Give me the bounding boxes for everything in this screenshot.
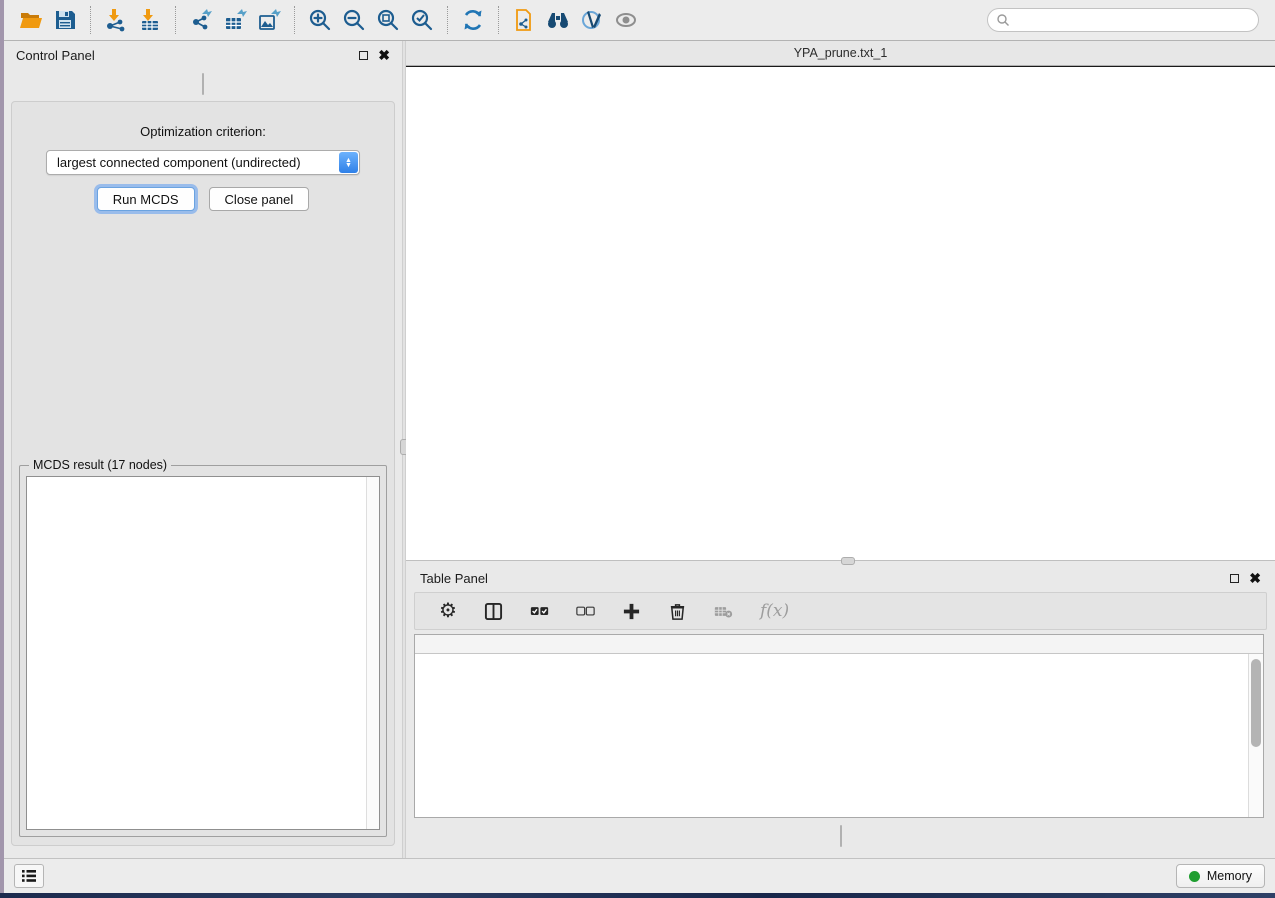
share-document-icon[interactable]	[507, 5, 541, 35]
zoom-out-icon[interactable]	[337, 5, 371, 35]
table-toolbar: ⚙ f(x)	[414, 592, 1267, 630]
main-toolbar	[4, 0, 1275, 41]
cytoscape-window: Control Panel ✖ Optimization criterion: …	[4, 0, 1275, 893]
dropdown-stepper-icon: ▲▼	[339, 152, 358, 173]
desktop-wallpaper-bottom	[0, 893, 1275, 898]
list-scrollbar[interactable]	[366, 477, 379, 829]
zoom-fit-icon[interactable]	[371, 5, 405, 35]
open-file-icon[interactable]	[14, 5, 48, 35]
import-network-icon[interactable]	[99, 5, 133, 35]
network-view-canvas[interactable]	[406, 66, 1275, 560]
export-image-icon[interactable]	[252, 5, 286, 35]
zoom-in-icon[interactable]	[303, 5, 337, 35]
status-bar: Memory	[4, 858, 1275, 893]
search-input[interactable]	[1010, 10, 1250, 30]
search-network-icon[interactable]	[541, 5, 575, 35]
horizontal-splitter[interactable]	[406, 560, 1275, 566]
hide-panel-eye-icon[interactable]	[609, 5, 643, 35]
close-panel-icon[interactable]: ✖	[378, 48, 390, 62]
close-panel-icon[interactable]: ✖	[1249, 571, 1261, 585]
search-icon	[996, 13, 1010, 27]
mcds-tab-content: Optimization criterion: largest connecte…	[11, 101, 395, 846]
toolbar-separator	[294, 6, 295, 34]
import-table-icon[interactable]	[133, 5, 167, 35]
control-panel: Control Panel ✖ Optimization criterion: …	[4, 41, 402, 858]
delete-table-icon	[714, 602, 733, 621]
select-all-columns-icon[interactable]	[530, 602, 549, 621]
toolbar-separator	[447, 6, 448, 34]
save-icon[interactable]	[48, 5, 82, 35]
toolbar-separator	[498, 6, 499, 34]
table-header-row	[415, 635, 1263, 654]
show-columns-icon[interactable]	[484, 602, 503, 621]
unselect-all-columns-icon[interactable]	[576, 602, 595, 621]
table-tabs	[840, 825, 842, 847]
network-graph[interactable]	[406, 67, 1273, 561]
table-options-gear-icon[interactable]: ⚙	[439, 601, 457, 621]
memory-button[interactable]: Memory	[1176, 864, 1265, 888]
node-table	[414, 634, 1264, 818]
mcds-result-title: MCDS result (17 nodes)	[29, 458, 171, 472]
export-table-icon[interactable]	[218, 5, 252, 35]
delete-column-icon[interactable]	[668, 602, 687, 621]
network-window-titlebar[interactable]: YPA_prune.txt_1	[406, 41, 1275, 66]
float-panel-icon[interactable]	[1230, 574, 1239, 583]
float-panel-icon[interactable]	[359, 51, 368, 60]
export-network-icon[interactable]	[184, 5, 218, 35]
vizmapper-icon[interactable]	[575, 5, 609, 35]
table-panel-title: Table Panel	[420, 571, 488, 586]
run-mcds-button[interactable]: Run MCDS	[97, 187, 195, 211]
list-icon	[21, 869, 37, 883]
function-builder-icon: f(x)	[760, 601, 789, 621]
network-window-title: YPA_prune.txt_1	[406, 46, 1275, 60]
zoom-selected-icon[interactable]	[405, 5, 439, 35]
show-panels-button[interactable]	[14, 864, 44, 888]
create-column-icon[interactable]	[622, 602, 641, 621]
scrollbar-thumb[interactable]	[1251, 659, 1261, 747]
table-panel: Table Panel ✖ ⚙ f(x)	[406, 566, 1275, 858]
mcds-result-group: MCDS result (17 nodes)	[19, 465, 387, 837]
criterion-dropdown[interactable]: largest connected component (undirected)…	[46, 150, 360, 175]
toolbar-separator	[175, 6, 176, 34]
optimization-criterion-label: Optimization criterion:	[12, 124, 394, 139]
control-panel-tabs	[202, 73, 204, 95]
toolbar-separator	[90, 6, 91, 34]
global-search-box[interactable]	[987, 8, 1259, 32]
control-panel-title: Control Panel	[16, 48, 95, 63]
memory-status-icon	[1189, 871, 1200, 882]
splitter-handle[interactable]	[841, 557, 855, 565]
table-scrollbar[interactable]	[1248, 654, 1263, 817]
mcds-result-list[interactable]	[26, 476, 380, 830]
refresh-icon[interactable]	[456, 5, 490, 35]
close-panel-button[interactable]: Close panel	[209, 187, 310, 211]
criterion-value: largest connected component (undirected)	[57, 155, 301, 170]
memory-label: Memory	[1207, 869, 1252, 883]
